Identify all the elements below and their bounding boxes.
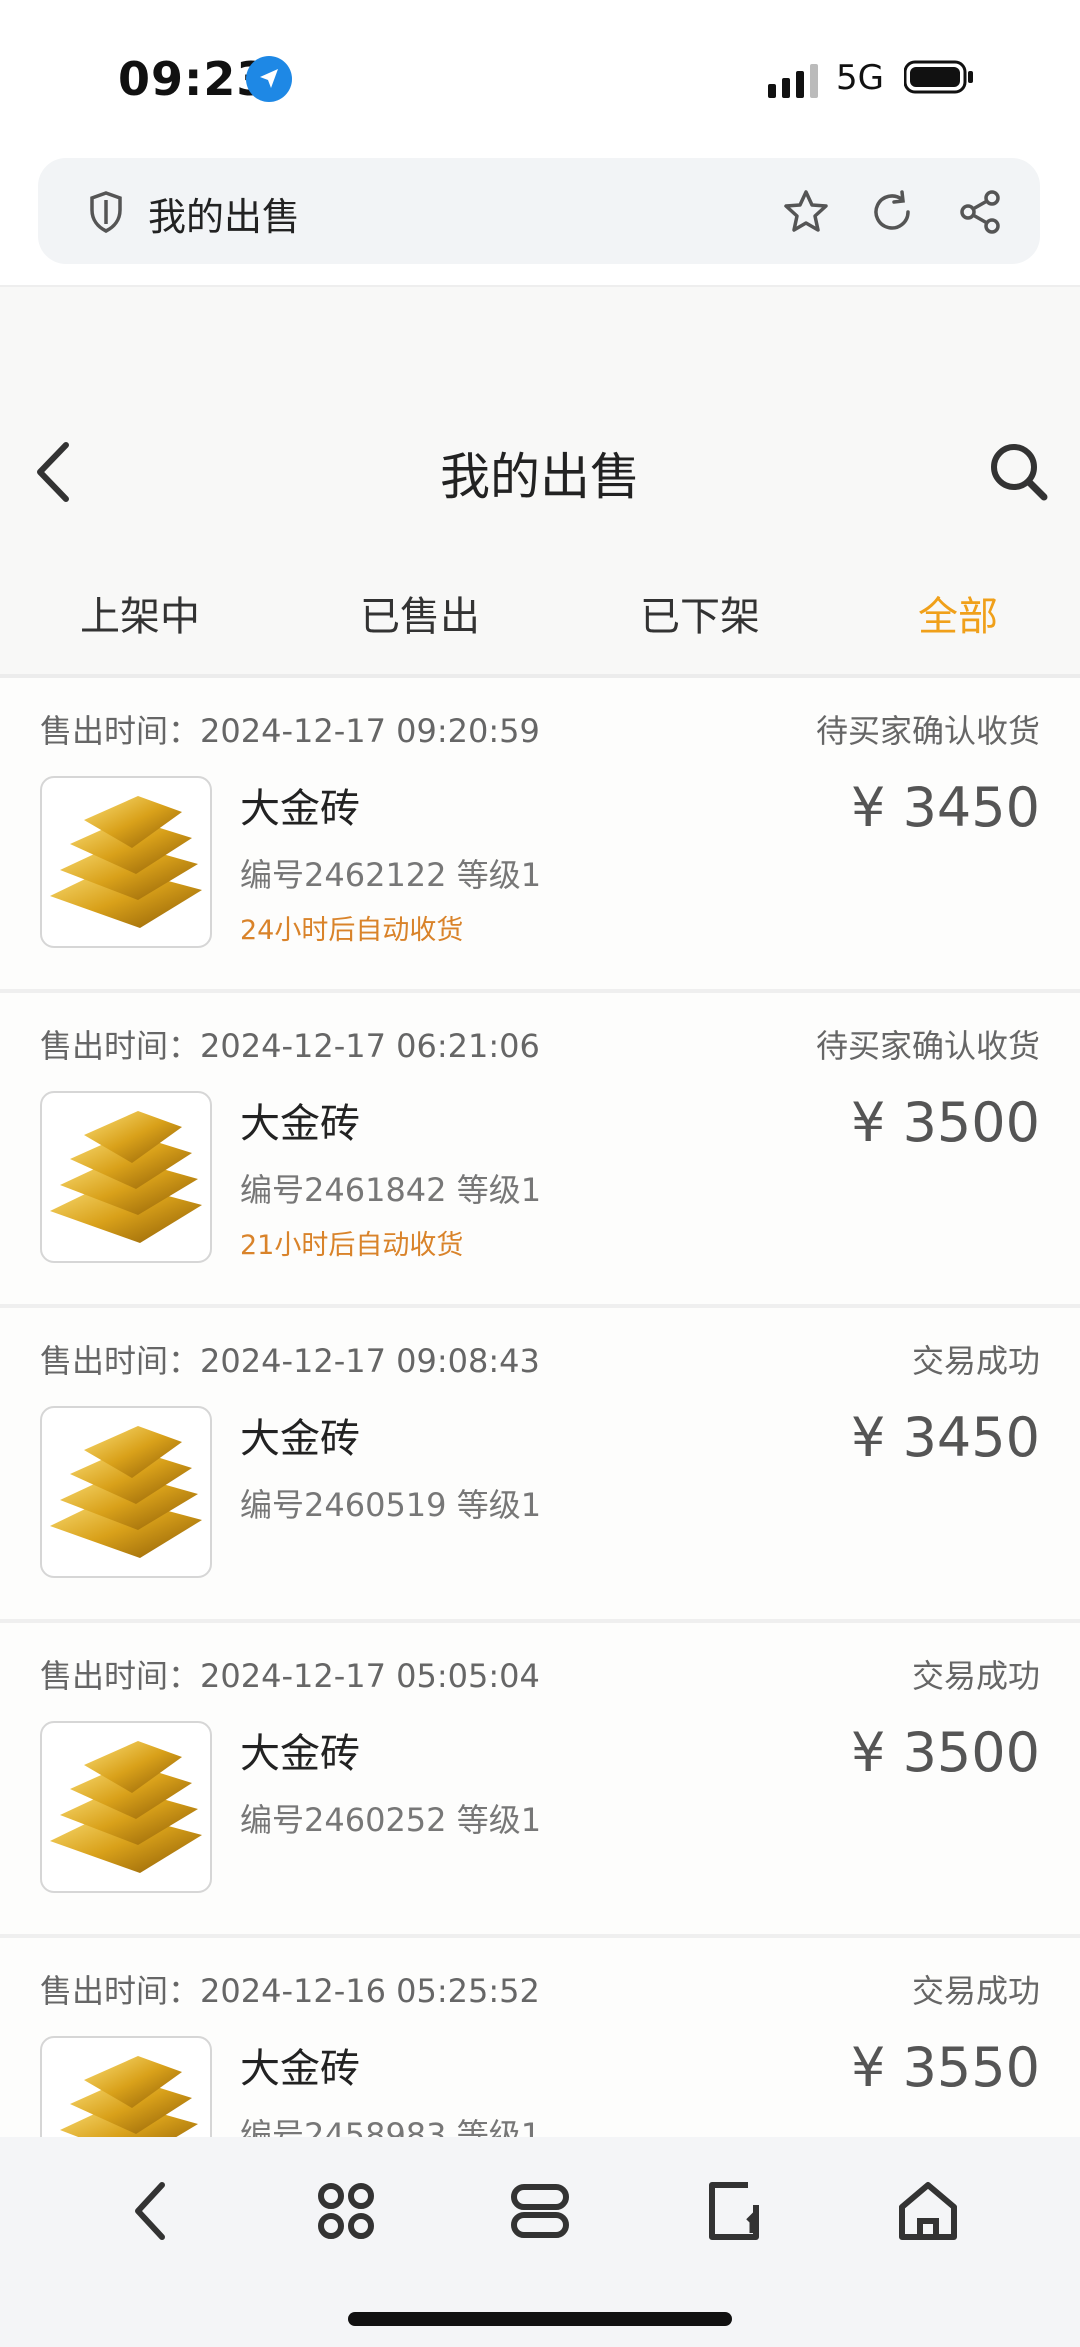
sold-time: 售出时间：2024-12-17 09:08:43 [40, 1342, 540, 1380]
order-status: 交易成功 [911, 1657, 1040, 1695]
item-code-level: 编号2460252 等级1 [240, 1801, 542, 1839]
tab-listed[interactable]: 上架中 [80, 584, 200, 642]
gold-bars-image [40, 1721, 212, 1893]
tab-delisted[interactable]: 已下架 [640, 584, 760, 642]
item-code-level: 编号2460519 等级1 [240, 1486, 542, 1524]
back-icon[interactable] [112, 2171, 192, 2251]
gold-bars-image [40, 1406, 212, 1578]
item-price: ¥ 3500 [851, 1091, 1040, 1154]
shield-icon [90, 191, 122, 233]
page-title: 我的出售 [440, 448, 640, 506]
reload-icon[interactable] [868, 188, 916, 236]
sold-time: 售出时间：2024-12-17 09:20:59 [40, 712, 540, 750]
tabs-icon[interactable] [500, 2171, 580, 2251]
network-type: 5G [836, 58, 884, 98]
order-card[interactable]: 售出时间：2024-12-17 06:21:06 待买家确认收货 大金砖 编号2… [0, 993, 1080, 1308]
auto-receive-note: 24小时后自动收货 [240, 915, 464, 946]
item-price: ¥ 3450 [851, 776, 1040, 839]
item-name: 大金砖 [240, 1731, 360, 1777]
sold-time: 售出时间：2024-12-16 05:25:52 [40, 1972, 540, 2010]
auto-receive-note: 21小时后自动收货 [240, 1230, 464, 1261]
item-name: 大金砖 [240, 1101, 360, 1147]
order-status: 交易成功 [911, 1342, 1040, 1380]
browser-bottom-bar [0, 2137, 1080, 2347]
share-icon[interactable] [956, 188, 1004, 236]
tab-all[interactable]: 全部 [918, 584, 998, 642]
address-title: 我的出售 [148, 195, 301, 239]
gold-bars-image [40, 776, 212, 948]
order-card[interactable]: 售出时间：2024-12-17 09:20:59 待买家确认收货 大金砖 编号2… [0, 678, 1080, 993]
star-icon[interactable] [782, 188, 830, 236]
item-code-level: 编号2461842 等级1 [240, 1171, 542, 1209]
order-status: 待买家确认收货 [815, 712, 1040, 750]
sold-time: 售出时间：2024-12-17 06:21:06 [40, 1027, 540, 1065]
item-price: ¥ 3550 [851, 2036, 1040, 2099]
battery-icon [904, 60, 973, 94]
browser-toolbar: 我的出售 [0, 150, 1080, 287]
item-name: 大金砖 [240, 786, 360, 832]
tab-sold[interactable]: 已售出 [360, 584, 480, 642]
home-indicator[interactable] [348, 2312, 732, 2326]
order-status: 交易成功 [911, 1972, 1040, 2010]
cellular-signal-icon [768, 64, 818, 98]
item-price: ¥ 3450 [851, 1406, 1040, 1469]
sold-time: 售出时间：2024-12-17 05:05:04 [40, 1657, 540, 1695]
address-bar[interactable]: 我的出售 [38, 158, 1040, 264]
order-status: 待买家确认收货 [815, 1027, 1040, 1065]
tab-bar: 上架中 已售出 已下架 全部 [0, 540, 1080, 675]
location-arrow-icon [246, 56, 292, 102]
item-code-level: 编号2462122 等级1 [240, 856, 542, 894]
home-icon[interactable] [888, 2171, 968, 2251]
item-name: 大金砖 [240, 2046, 360, 2092]
order-card[interactable]: 售出时间：2024-12-17 09:08:43 交易成功 大金砖 编号2460… [0, 1308, 1080, 1623]
search-icon[interactable] [986, 439, 1050, 503]
new-tab-icon[interactable] [694, 2171, 774, 2251]
item-name: 大金砖 [240, 1416, 360, 1462]
order-card[interactable]: 售出时间：2024-12-17 05:05:04 交易成功 大金砖 编号2460… [0, 1623, 1080, 1938]
apps-icon[interactable] [306, 2171, 386, 2251]
status-bar: 09:23 5G [0, 0, 1080, 150]
item-price: ¥ 3500 [851, 1721, 1040, 1784]
gold-bars-image [40, 1091, 212, 1263]
